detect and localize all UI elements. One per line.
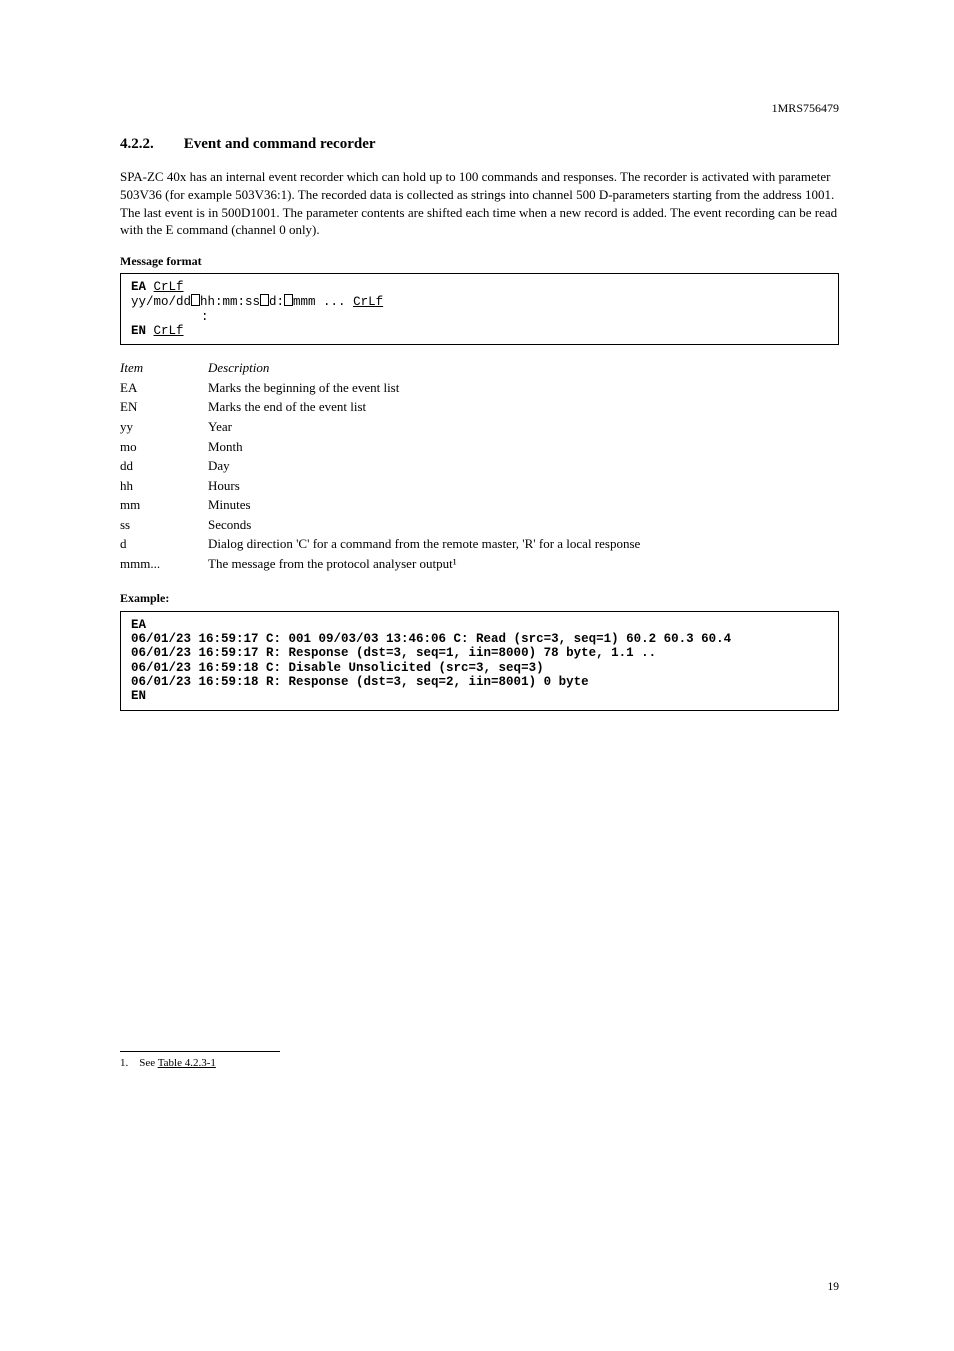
code-crlf3: CrLf [154,324,184,338]
table-cell-item: ss [120,516,208,534]
table-cell-desc: Marks the end of the event list [208,398,839,416]
table-row: yyYear [120,418,839,436]
table-row: hhHours [120,477,839,495]
table-row: moMonth [120,438,839,456]
section-number: 4.2.2. [120,136,154,152]
page-number: 19 [828,1280,840,1296]
code-date-fmt: yy/mo/dd [131,295,191,309]
table-cell-item: EA [120,379,208,397]
table-cell-item: yy [120,418,208,436]
table-cell-desc: Day [208,457,839,475]
footnote-link[interactable]: Table 4.2.3-1 [158,1057,216,1069]
table-row: mmMinutes [120,496,839,514]
code-colon: : [201,310,209,324]
table-cell-desc: Year [208,418,839,436]
code-time-fmt: hh:mm:ss [200,295,260,309]
table-cell-desc: Marks the beginning of the event list [208,379,839,397]
page-footer: 19 [120,1280,839,1296]
table-header-item: Item [120,359,208,377]
footnote: 1. See Table 4.2.3-1 [120,1056,839,1070]
table-row: ddDay [120,457,839,475]
table-cell-desc: Hours [208,477,839,495]
table-row: mmm...The message from the protocol anal… [120,555,839,573]
table-cell-desc: Dialog direction 'C' for a command from … [208,535,839,553]
table-cell-desc: Month [208,438,839,456]
table-cell-item: dd [120,457,208,475]
example-label: Example: [120,590,839,606]
space-box-icon [191,294,200,306]
table-cell-item: mo [120,438,208,456]
message-format-codebox: EA CrLf yy/mo/dd hh:mm:ss d: mmm ... CrLf :… [120,273,839,346]
section-heading-text: Event and command recorder [184,136,376,152]
document-id: 1MRS756479 [120,100,839,116]
code-ea: EA [131,280,146,294]
table-cell-item: mmm... [120,555,208,573]
table-cell-desc: The message from the protocol analyser o… [208,555,839,573]
table-row: ENMarks the end of the event list [120,398,839,416]
table-cell-desc: Seconds [208,516,839,534]
code-mmm: mmm ... [293,295,346,309]
table-cell-item: EN [120,398,208,416]
code-en: EN [131,324,146,338]
table-cell-item: mm [120,496,208,514]
table-header-desc: Description [208,359,839,377]
section-title: 4.2.2. Event and command recorder [120,134,839,154]
space-box-icon [284,294,293,306]
table-cell-item: hh [120,477,208,495]
code-d: d: [269,295,284,309]
table-cell-item: d [120,535,208,553]
footnote-text: See [139,1057,157,1069]
footnote-marker: 1. [120,1057,128,1069]
code-crlf2: CrLf [353,295,383,309]
table-row: EAMarks the beginning of the event list [120,379,839,397]
message-format-label: Message format [120,253,839,269]
footnote-separator [120,1051,280,1052]
table-cell-desc: Minutes [208,496,839,514]
table-row: ssSeconds [120,516,839,534]
items-table: Item Description EAMarks the beginning o… [120,359,839,572]
code-crlf: CrLf [154,280,184,294]
table-row: dDialog direction 'C' for a command from… [120,535,839,553]
table-header-row: Item Description [120,359,839,377]
space-box-icon [260,294,269,306]
example-codebox: EA 06/01/23 16:59:17 C: 001 09/03/03 13:… [120,611,839,711]
intro-paragraph: SPA-ZC 40x has an internal event recorde… [120,168,839,238]
